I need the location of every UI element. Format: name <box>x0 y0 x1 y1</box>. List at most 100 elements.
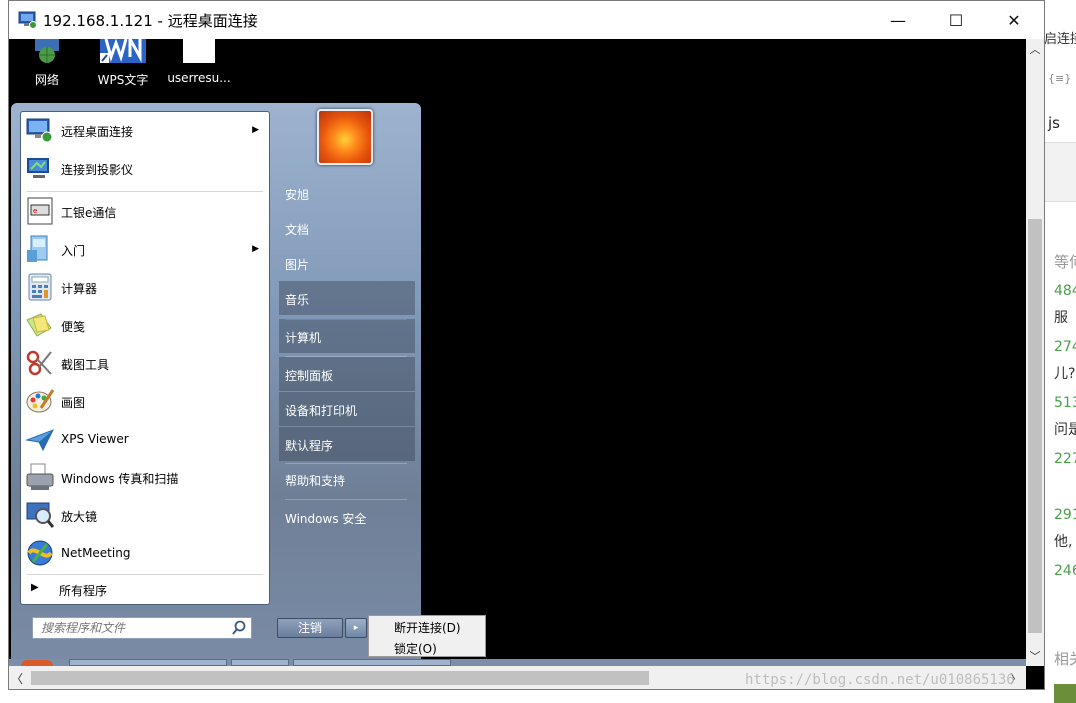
background-count[interactable]: 227 <box>1054 451 1076 467</box>
background-count[interactable]: 484 <box>1054 283 1076 299</box>
desktop-icon-wps[interactable]: WPS文字 <box>91 39 155 87</box>
xps-viewer-icon <box>25 429 55 452</box>
getting-started-icon <box>27 235 48 262</box>
right-item-documents[interactable]: 文档 <box>279 211 415 245</box>
remote-desktop-app-icon <box>18 11 37 29</box>
all-programs-arrow-icon: ▶ <box>31 582 39 593</box>
user-avatar[interactable] <box>317 109 373 165</box>
background-related-heading: 相关 <box>1054 650 1076 668</box>
submenu-arrow-icon[interactable]: ▶ <box>252 125 259 135</box>
program-label: 连接到投影仪 <box>61 163 134 177</box>
program-label: 工银e通信 <box>61 206 117 220</box>
magnifier-icon <box>26 502 55 528</box>
paint-icon <box>26 389 55 413</box>
background-thumbnail <box>1054 684 1076 703</box>
program-snipping-tool[interactable]: 截图工具 <box>21 345 269 383</box>
right-item-windows-security[interactable]: Windows 安全 <box>279 500 415 534</box>
right-item-control-panel[interactable]: 控制面板 <box>279 357 415 391</box>
search-box[interactable] <box>32 617 252 639</box>
desktop-icon-network[interactable]: 网络 <box>15 39 79 87</box>
program-xps-viewer[interactable]: XPS Viewer <box>21 421 269 459</box>
right-item-label: 默认程序 <box>285 439 334 453</box>
calculator-icon <box>28 273 52 301</box>
scroll-up-icon[interactable]: ︿ <box>1026 41 1044 57</box>
scroll-down-icon[interactable]: ﹀ <box>1026 648 1044 664</box>
program-netmeeting[interactable]: NetMeeting <box>21 535 269 573</box>
maximize-button[interactable]: ☐ <box>927 1 985 39</box>
vertical-scrollbar[interactable]: ︿ ﹀ <box>1026 39 1044 666</box>
search-input[interactable] <box>33 618 229 638</box>
logoff-button[interactable]: 注销 <box>277 618 343 638</box>
right-item-pictures[interactable]: 图片 <box>279 246 415 280</box>
minimize-button[interactable]: — <box>869 1 927 39</box>
background-snippet[interactable]: 他, <box>1054 531 1072 551</box>
program-remote-desktop[interactable]: 远程桌面连接 ▶ <box>21 112 269 150</box>
window-title: 192.168.1.121 - 远程桌面连接 <box>43 12 258 30</box>
start-menu: 远程桌面连接 ▶ 连接到投影仪 e 工银e通信 入门 ▶ 计算器 便笺 截图工具… <box>11 103 421 663</box>
right-item-label: 帮助和支持 <box>285 474 346 488</box>
right-item-label: 设备和打印机 <box>285 404 358 418</box>
program-calculator[interactable]: 计算器 <box>21 269 269 307</box>
background-count[interactable]: 274 <box>1054 339 1076 355</box>
network-icon <box>35 39 59 63</box>
desktop-icon-label: userresu... <box>167 71 231 85</box>
search-icon[interactable] <box>231 620 247 636</box>
background-js-label: js <box>1048 114 1060 132</box>
watermark: https://blog.csdn.net/u010865136 <box>745 672 1015 688</box>
program-icbc[interactable]: e 工银e通信 <box>21 193 269 231</box>
right-item-label: 安旭 <box>285 188 310 202</box>
desktop-icon-label: WPS文字 <box>97 73 149 87</box>
program-label: 截图工具 <box>61 358 110 372</box>
background-count[interactable]: 291 <box>1054 507 1076 523</box>
right-item-default-programs[interactable]: 默认程序 <box>279 427 415 461</box>
right-item-music[interactable]: 音乐 <box>279 281 415 315</box>
taskbar-button[interactable] <box>231 659 289 666</box>
right-item-label: 计算机 <box>285 331 322 345</box>
program-sticky-notes[interactable]: 便笺 <box>21 307 269 345</box>
menu-item-lock[interactable]: 锁定(O) <box>394 640 437 657</box>
program-magnifier[interactable]: 放大镜 <box>21 497 269 535</box>
right-item-computer[interactable]: 计算机 <box>279 319 415 353</box>
all-programs-button[interactable]: ▶ 所有程序 <box>21 576 269 602</box>
background-snippet[interactable]: 问是 <box>1054 419 1076 439</box>
remote-desktop-screen[interactable]: 网络 WPS文字 userresu... 远程桌面连接 ▶ 连接到投影仪 e 工… <box>9 39 1026 666</box>
taskbar-button[interactable] <box>69 659 227 666</box>
program-projector[interactable]: 连接到投影仪 <box>21 150 269 188</box>
program-label: Windows 传真和扫描 <box>61 472 179 486</box>
sticky-notes-icon <box>26 313 52 337</box>
pinned-separator <box>27 191 263 192</box>
remote-taskbar[interactable] <box>9 659 1026 666</box>
all-programs-separator <box>27 574 263 575</box>
background-count[interactable]: 513 <box>1054 395 1076 411</box>
title-bar[interactable]: 192.168.1.121 - 远程桌面连接 — ☐ ✕ <box>9 1 1044 39</box>
program-label: NetMeeting <box>61 546 131 560</box>
program-fax-scan[interactable]: Windows 传真和扫描 <box>21 459 269 497</box>
desktop-icon-file[interactable]: userresu... <box>167 39 231 87</box>
background-browser-page: 启连接 {≡} js 等何 484 服 274 儿? 513 问是 227 29… <box>1044 0 1076 703</box>
background-snippet[interactable]: 儿? <box>1054 363 1075 383</box>
program-paint[interactable]: 画图 <box>21 383 269 421</box>
taskbar-button[interactable] <box>293 659 451 666</box>
right-item-label: 文档 <box>285 223 310 237</box>
program-label: 便笺 <box>61 320 86 334</box>
program-label: 入门 <box>61 244 86 258</box>
right-item-devices-printers[interactable]: 设备和打印机 <box>279 392 415 426</box>
background-count[interactable]: 246 <box>1054 563 1076 579</box>
background-tab-text: 启连接 <box>1044 32 1076 47</box>
right-item-user-folder[interactable]: 安旭 <box>279 176 415 210</box>
horizontal-scroll-thumb[interactable] <box>31 671 649 685</box>
close-button[interactable]: ✕ <box>985 1 1043 39</box>
snipping-tool-icon <box>26 350 52 376</box>
program-getting-started[interactable]: 入门 ▶ <box>21 231 269 269</box>
background-snippet[interactable]: 服 <box>1054 307 1068 327</box>
vertical-scroll-thumb[interactable] <box>1028 219 1042 633</box>
menu-item-disconnect[interactable]: 断开连接(D) <box>394 619 461 636</box>
submenu-arrow-icon[interactable]: ▶ <box>252 244 259 254</box>
netmeeting-icon <box>27 540 53 566</box>
scroll-left-icon[interactable]: 〈 <box>11 670 23 687</box>
right-item-help-support[interactable]: 帮助和支持 <box>279 462 415 496</box>
program-label: 放大镜 <box>61 510 98 524</box>
remote-desktop-icon <box>26 118 53 143</box>
logoff-options-arrow-icon[interactable]: ▸ <box>345 618 367 638</box>
all-programs-label: 所有程序 <box>59 584 108 598</box>
